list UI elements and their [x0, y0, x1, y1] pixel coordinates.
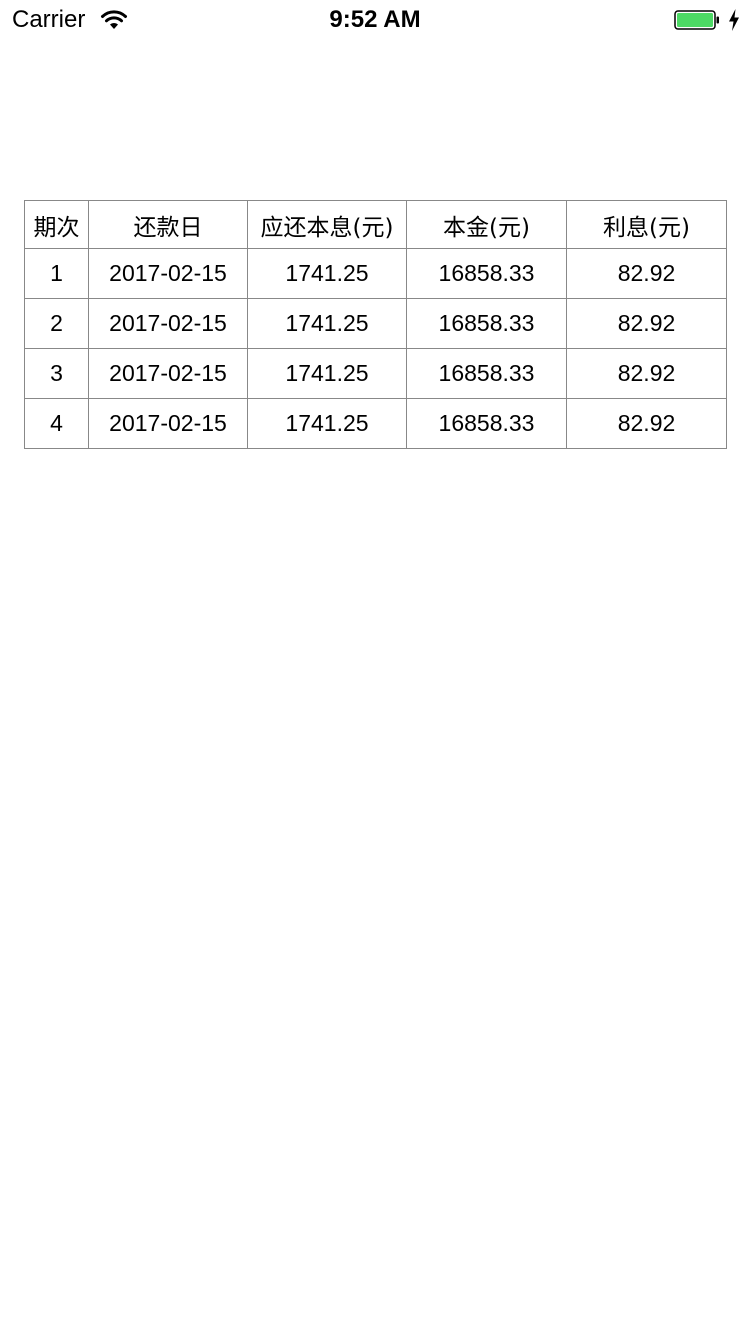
table-row: 2 2017-02-15 1741.25 16858.33 82.92 — [24, 298, 727, 349]
column-header-principal-and-interest: 应还本息(元) — [247, 200, 407, 249]
column-header-period: 期次 — [24, 200, 89, 249]
repayment-date-cell: 2017-02-15 — [88, 248, 248, 299]
repayment-date-cell: 2017-02-15 — [88, 398, 248, 449]
column-header-repayment-date: 还款日 — [88, 200, 248, 249]
table-row: 1 2017-02-15 1741.25 16858.33 82.92 — [24, 248, 727, 299]
interest-cell: 82.92 — [566, 248, 727, 299]
battery-fill — [677, 13, 713, 27]
column-header-principal: 本金(元) — [406, 200, 567, 249]
table-row: 4 2017-02-15 1741.25 16858.33 82.92 — [24, 398, 727, 449]
clock: 9:52 AM — [329, 6, 421, 33]
period-cell: 1 — [24, 248, 89, 299]
principal-and-interest-cell: 1741.25 — [247, 248, 407, 299]
period-cell: 2 — [24, 298, 89, 349]
principal-cell: 16858.33 — [406, 298, 567, 349]
principal-cell: 16858.33 — [406, 248, 567, 299]
battery-icon — [674, 10, 719, 30]
table-row: 3 2017-02-15 1741.25 16858.33 82.92 — [24, 348, 727, 399]
principal-and-interest-cell: 1741.25 — [247, 298, 407, 349]
interest-cell: 82.92 — [566, 298, 727, 349]
principal-cell: 16858.33 — [406, 398, 567, 449]
repayment-date-cell: 2017-02-15 — [88, 298, 248, 349]
period-cell: 3 — [24, 348, 89, 399]
interest-cell: 82.92 — [566, 348, 727, 399]
repayment-schedule-table: 期次 还款日 应还本息(元) 本金(元) 利息(元) 1 2017-02-15 … — [24, 200, 727, 449]
principal-cell: 16858.33 — [406, 348, 567, 399]
table-header-row: 期次 还款日 应还本息(元) 本金(元) 利息(元) — [24, 200, 727, 249]
interest-cell: 82.92 — [566, 398, 727, 449]
principal-and-interest-cell: 1741.25 — [247, 398, 407, 449]
column-header-interest: 利息(元) — [566, 200, 727, 249]
period-cell: 4 — [24, 398, 89, 449]
charging-bolt-icon — [729, 9, 739, 31]
repayment-date-cell: 2017-02-15 — [88, 348, 248, 399]
status-bar: Carrier 9:52 AM — [0, 0, 750, 40]
principal-and-interest-cell: 1741.25 — [247, 348, 407, 399]
